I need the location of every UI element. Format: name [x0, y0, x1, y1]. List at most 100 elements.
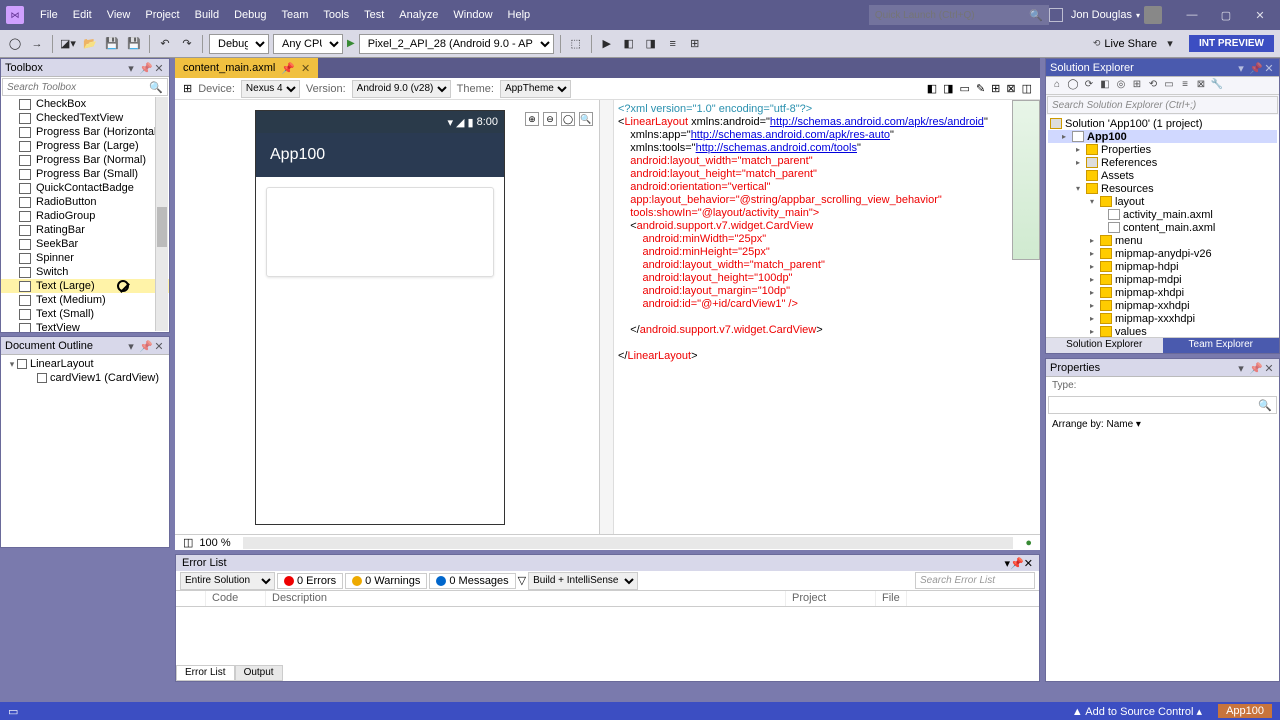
- layout-icon-1[interactable]: ◧: [927, 82, 937, 95]
- menu-view[interactable]: View: [101, 6, 137, 24]
- pin-icon[interactable]: 📌: [1249, 362, 1261, 374]
- toolbox-item[interactable]: CheckBox: [1, 97, 169, 111]
- warnings-filter[interactable]: 0 Warnings: [345, 573, 427, 589]
- redo-button[interactable]: ↷: [178, 35, 196, 53]
- close-icon[interactable]: ✕: [153, 340, 165, 352]
- scope-select[interactable]: Entire Solution: [180, 572, 275, 590]
- tree-node[interactable]: ▸menu: [1048, 234, 1277, 247]
- dropdown-icon[interactable]: ▾: [125, 62, 137, 74]
- layout-icon-2[interactable]: ◨: [943, 82, 953, 95]
- filter-icon[interactable]: ▽: [518, 574, 526, 587]
- theme-select[interactable]: AppTheme: [500, 80, 571, 98]
- config-select[interactable]: Debug: [209, 34, 269, 54]
- project-node[interactable]: ▸App100: [1048, 130, 1277, 143]
- nav-back-button[interactable]: ◯: [6, 35, 24, 53]
- status-project[interactable]: App100: [1218, 704, 1272, 718]
- se-icon[interactable]: ◯: [1066, 79, 1080, 93]
- tab-output[interactable]: Output: [235, 665, 283, 681]
- save-button[interactable]: 💾: [103, 35, 121, 53]
- menu-file[interactable]: File: [34, 6, 64, 24]
- minimize-button[interactable]: —: [1178, 9, 1206, 22]
- menu-project[interactable]: Project: [139, 6, 185, 24]
- tb-icon-2[interactable]: ▶: [598, 35, 616, 53]
- se-icon[interactable]: ≡: [1178, 79, 1192, 93]
- toolbox-item[interactable]: Progress Bar (Normal): [1, 153, 169, 167]
- se-icon[interactable]: ◎: [1114, 79, 1128, 93]
- prop-arrange[interactable]: Arrange by: Name ▾: [1046, 416, 1279, 433]
- menu-build[interactable]: Build: [189, 6, 225, 24]
- close-button[interactable]: ✕: [1246, 9, 1274, 22]
- messages-filter[interactable]: 0 Messages: [429, 573, 515, 589]
- dropdown-icon[interactable]: ▾: [125, 340, 137, 352]
- menu-team[interactable]: Team: [276, 6, 315, 24]
- col-file[interactable]: File: [876, 591, 907, 606]
- document-tab[interactable]: content_main.axml 📌 ✕: [175, 58, 318, 78]
- solexp-search[interactable]: Search Solution Explorer (Ctrl+;): [1047, 96, 1278, 114]
- tree-node[interactable]: ▾Resources: [1048, 182, 1277, 195]
- outline-root[interactable]: ▾LinearLayout: [3, 357, 167, 371]
- layout-icon-3[interactable]: ▭: [960, 82, 970, 95]
- split-toggle-icon[interactable]: ◫: [183, 536, 193, 549]
- close-icon[interactable]: ✕: [1263, 362, 1275, 374]
- se-home-icon[interactable]: ⌂: [1050, 79, 1064, 93]
- errorlist-search[interactable]: Search Error List: [915, 572, 1035, 589]
- pin-icon[interactable]: 📌: [1010, 557, 1024, 570]
- menu-window[interactable]: Window: [447, 6, 498, 24]
- tab-team-explorer[interactable]: Team Explorer: [1163, 338, 1280, 353]
- tb-icon-1[interactable]: ⬚: [567, 35, 585, 53]
- target-select[interactable]: Pixel_2_API_28 (Android 9.0 - API 28): [359, 34, 554, 54]
- tree-node[interactable]: ▸mipmap-mdpi: [1048, 273, 1277, 286]
- tree-node[interactable]: Assets: [1048, 169, 1277, 182]
- overlay-icon-2[interactable]: ⊖: [543, 112, 557, 126]
- toolbox-item[interactable]: RatingBar: [1, 223, 169, 237]
- tree-node[interactable]: ▸mipmap-xxhdpi: [1048, 299, 1277, 312]
- toolbox-item[interactable]: TextView: [1, 321, 169, 332]
- overlay-icon-3[interactable]: ◯: [561, 112, 575, 126]
- se-icon[interactable]: ⊠: [1194, 79, 1208, 93]
- tb-icon-5[interactable]: ≡: [664, 35, 682, 53]
- tree-node[interactable]: ▸mipmap-anydpi-v26: [1048, 247, 1277, 260]
- toolbox-item[interactable]: SeekBar: [1, 237, 169, 251]
- outline-child[interactable]: cardView1 (CardView): [3, 371, 167, 385]
- pin-icon[interactable]: 📌: [139, 340, 151, 352]
- tab-errorlist[interactable]: Error List: [176, 665, 235, 681]
- notification-icon[interactable]: [1049, 8, 1063, 22]
- minimap[interactable]: [1012, 100, 1040, 260]
- close-icon[interactable]: ✕: [1024, 557, 1033, 570]
- platform-select[interactable]: Any CPU: [273, 34, 343, 54]
- h-scrollbar[interactable]: [243, 537, 1014, 549]
- toolbox-item[interactable]: Progress Bar (Large): [1, 139, 169, 153]
- toolbox-scrollbar[interactable]: [155, 97, 168, 331]
- view-mode-icon[interactable]: ⊞: [183, 82, 192, 95]
- close-icon[interactable]: ✕: [1263, 62, 1275, 74]
- tab-close-icon[interactable]: ✕: [301, 62, 310, 75]
- se-icon[interactable]: ▭: [1162, 79, 1176, 93]
- layout-icon-4[interactable]: ✎: [976, 82, 985, 95]
- toolbox-item[interactable]: Text (Medium): [1, 293, 169, 307]
- menu-analyze[interactable]: Analyze: [393, 6, 444, 24]
- errors-filter[interactable]: 0 Errors: [277, 573, 343, 589]
- pin-icon[interactable]: 📌: [139, 62, 151, 74]
- toolbox-item[interactable]: CheckedTextView: [1, 111, 169, 125]
- prop-search[interactable]: 🔍: [1048, 396, 1277, 414]
- layout-icon-7[interactable]: ◫: [1022, 82, 1032, 95]
- close-icon[interactable]: ✕: [153, 62, 165, 74]
- save-all-button[interactable]: 💾: [125, 35, 143, 53]
- tb-icon-4[interactable]: ◨: [642, 35, 660, 53]
- liveshare-icon[interactable]: ⟲: [1093, 38, 1101, 49]
- tab-solution-explorer[interactable]: Solution Explorer: [1046, 338, 1163, 353]
- toolbox-item[interactable]: Switch: [1, 265, 169, 279]
- toolbox-search[interactable]: [7, 82, 149, 93]
- toolbox-item[interactable]: Progress Bar (Horizontal): [1, 125, 169, 139]
- pin-icon[interactable]: 📌: [1249, 62, 1261, 74]
- vs-logo[interactable]: ⋈: [6, 6, 24, 24]
- zoom-level[interactable]: 100 %: [199, 537, 230, 549]
- toolbox-item[interactable]: Text (Small): [1, 307, 169, 321]
- tb-icon-3[interactable]: ◧: [620, 35, 638, 53]
- layout-icon-6[interactable]: ⊠: [1006, 82, 1015, 95]
- code-editor[interactable]: <?xml version="1.0" encoding="utf-8"?> <…: [600, 100, 1040, 534]
- toolbox-item[interactable]: Spinner: [1, 251, 169, 265]
- tree-node[interactable]: activity_main.axml: [1048, 208, 1277, 221]
- solution-node[interactable]: Solution 'App100' (1 project): [1048, 117, 1277, 130]
- se-icon[interactable]: ⊞: [1130, 79, 1144, 93]
